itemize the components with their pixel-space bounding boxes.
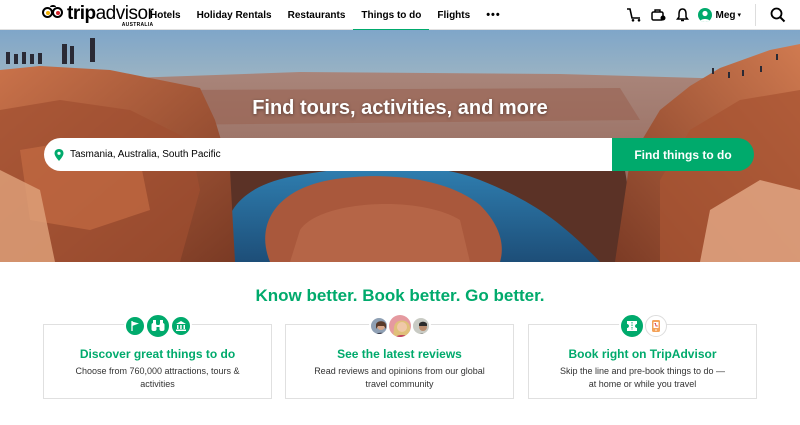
user-menu[interactable]: Meg ▾ [698, 8, 741, 22]
reviewer-avatar-3 [410, 316, 431, 336]
nav-things-to-do[interactable]: Things to do [353, 0, 430, 31]
card-title: See the latest reviews [337, 347, 462, 361]
avatar [698, 8, 713, 22]
feature-card-booking: Book right on TripAdvisor Skip the line … [528, 313, 757, 399]
card-description: Read reviews and opinions from our globa… [314, 366, 485, 389]
logo-trip-text: trip [67, 3, 96, 24]
nav-more-button[interactable]: ••• [478, 0, 509, 30]
card-description: Choose from 760,000 attractions, tours &… [75, 366, 240, 389]
header-divider [755, 4, 756, 26]
reviewer-avatar-1 [368, 316, 389, 336]
location-search-value: Tasmania, Australia, South Pacific [70, 149, 221, 160]
top-header: tripadvisor AUSTRALIA Hotels Holiday Ren… [0, 0, 800, 31]
flag-icon [123, 315, 146, 337]
hero-title: Find tours, activities, and more [252, 97, 548, 119]
things-to-do-search: Tasmania, Australia, South Pacific Find … [44, 138, 754, 171]
phone-cart-icon [644, 315, 667, 337]
bell-icon[interactable] [670, 0, 694, 30]
discover-icons [44, 313, 271, 339]
card-description: Skip the line and pre-book things to do … [559, 366, 726, 389]
header-actions: Meg ▾ [622, 0, 800, 30]
owl-logo-icon [42, 5, 64, 23]
tripadvisor-logo[interactable]: tripadvisor AUSTRALIA [42, 3, 154, 28]
main-nav: Hotels Holiday Rentals Restaurants Thing… [142, 0, 509, 31]
reviewer-avatar-2 [386, 313, 413, 339]
location-search-input[interactable]: Tasmania, Australia, South Pacific [44, 138, 612, 171]
feature-card-reviews: See the latest reviews Read reviews and … [285, 313, 514, 399]
card-title: Book right on TripAdvisor [568, 347, 717, 361]
find-things-button[interactable]: Find things to do [612, 138, 754, 171]
nav-holiday-rentals[interactable]: Holiday Rentals [189, 0, 280, 30]
card-title: Discover great things to do [79, 347, 236, 361]
tagline: Know better. Book better. Go better. [255, 286, 545, 305]
binoculars-icon [144, 313, 171, 339]
logo-region: AUSTRALIA [121, 22, 154, 28]
nav-hotels[interactable]: Hotels [142, 0, 189, 30]
hero-banner: Find tours, activities, and more Tasmani… [0, 30, 800, 262]
booking-icons [529, 313, 756, 339]
trolley-icon[interactable] [622, 0, 646, 30]
feature-card-discover: Discover great things to do Choose from … [43, 313, 272, 399]
nav-flights[interactable]: Flights [429, 0, 478, 30]
chevron-down-icon: ▾ [737, 12, 741, 19]
museum-icon [169, 315, 192, 337]
location-pin-icon [54, 148, 64, 161]
nav-restaurants[interactable]: Restaurants [280, 0, 354, 30]
user-name: Meg [715, 9, 736, 21]
trips-icon[interactable] [646, 0, 670, 30]
search-icon[interactable] [766, 0, 790, 30]
ticket-icon [618, 313, 645, 339]
reviewer-avatars [286, 313, 513, 339]
